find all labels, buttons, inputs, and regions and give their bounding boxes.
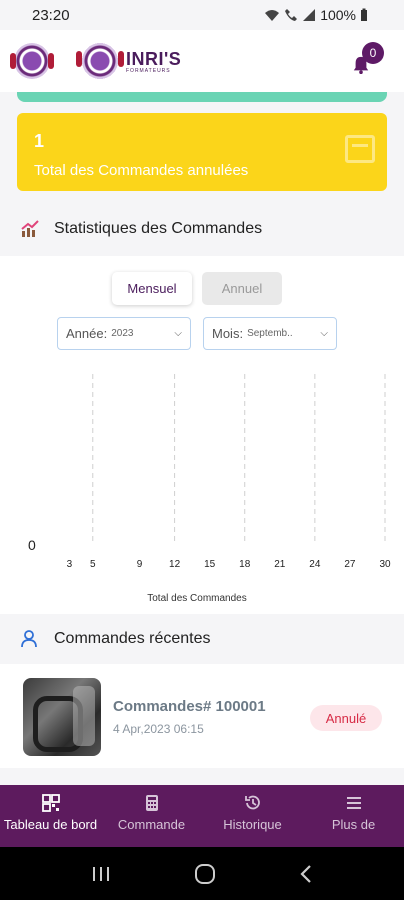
recent-apps-icon[interactable] <box>91 865 111 883</box>
recent-section-header: Commandes récentes <box>0 614 404 664</box>
history-icon <box>244 795 260 810</box>
nav-label-history: Historique <box>223 817 282 832</box>
call-icon <box>285 9 298 21</box>
nav-label-more: Plus de <box>331 817 376 832</box>
notifications-button[interactable]: 0 <box>348 42 384 82</box>
x-tick-label: 18 <box>239 559 251 570</box>
cancelled-orders-card[interactable]: 1 Total des Commandes annulées <box>17 113 387 191</box>
order-thumbnail <box>23 678 101 756</box>
y-tick-label: 0 <box>28 537 36 553</box>
x-axis-label: Total des Commandes <box>147 593 247 604</box>
home-icon[interactable] <box>194 863 216 885</box>
app-header: INRI'S FORMATEURS 0 <box>0 30 404 92</box>
battery-icon <box>361 8 367 21</box>
chart-icon <box>21 220 39 237</box>
recent-title: Commandes récentes <box>54 630 211 647</box>
signal-icon <box>303 9 316 21</box>
menu-icon <box>346 797 361 809</box>
order-list-item[interactable]: Commandes# 100001 4 Apr,2023 06:15 Annul… <box>0 664 404 768</box>
x-tick-label: 30 <box>379 559 391 570</box>
nav-item-more[interactable]: Plus de <box>303 785 404 847</box>
nav-item-history[interactable]: Historique <box>202 785 303 847</box>
box-icon <box>345 135 375 163</box>
cancelled-orders-count: 1 <box>34 131 45 151</box>
brand-logo: INRI'S FORMATEURS <box>76 41 182 81</box>
x-tick-label: 5 <box>90 559 96 570</box>
order-title: Commandes# 100001 <box>113 698 266 715</box>
system-navigation-bar <box>0 847 404 900</box>
dashboard-icon <box>41 794 60 812</box>
brand-logo-icon <box>76 41 124 81</box>
orders-line-chart: 0 3 5 9 12 15 18 21 24 27 30 Total des Commandes <box>28 374 391 604</box>
x-tick-label: 3 <box>67 559 73 570</box>
x-tick-label: 21 <box>274 559 286 570</box>
order-status-badge: Annulé <box>310 705 382 731</box>
nav-item-orders[interactable]: Commande <box>101 785 202 847</box>
stats-section-header: Statistiques des Commandes <box>0 204 404 254</box>
nav-label-orders: Commande <box>117 817 186 832</box>
nav-item-dashboard[interactable]: Tableau de bord <box>0 785 101 847</box>
status-time: 23:20 <box>32 6 70 24</box>
notification-badge: 0 <box>362 42 384 64</box>
status-icons: 100% <box>264 7 368 23</box>
logo-small-icon[interactable] <box>10 43 54 79</box>
status-bar: 23:20 100% <box>0 0 404 30</box>
nav-label-dashboard: Tableau de bord <box>3 817 98 832</box>
stats-title: Statistiques des Commandes <box>54 220 263 237</box>
x-tick-label: 27 <box>344 559 356 570</box>
battery-percent: 100% <box>320 7 356 23</box>
brand-subtitle: FORMATEURS <box>126 67 171 74</box>
wifi-icon <box>265 10 280 21</box>
back-icon[interactable] <box>299 864 313 884</box>
brand-name: INRI'S <box>126 48 182 69</box>
stats-panel: Mensuel Annuel Année: 2023 ⌵ Mois: Septe… <box>0 256 404 614</box>
x-tick-label: 24 <box>309 559 321 570</box>
calculator-icon <box>145 795 158 811</box>
x-tick-label: 12 <box>169 559 181 570</box>
x-tick-label: 15 <box>204 559 216 570</box>
bottom-navigation: Tableau de bord Commande Historique Plus… <box>0 785 404 847</box>
cancelled-orders-label: Total des Commandes annulées <box>34 162 249 179</box>
order-date: 4 Apr,2023 06:15 <box>113 722 204 736</box>
user-icon <box>21 630 37 648</box>
x-tick-label: 9 <box>137 559 143 570</box>
teal-summary-card-edge <box>17 92 387 102</box>
